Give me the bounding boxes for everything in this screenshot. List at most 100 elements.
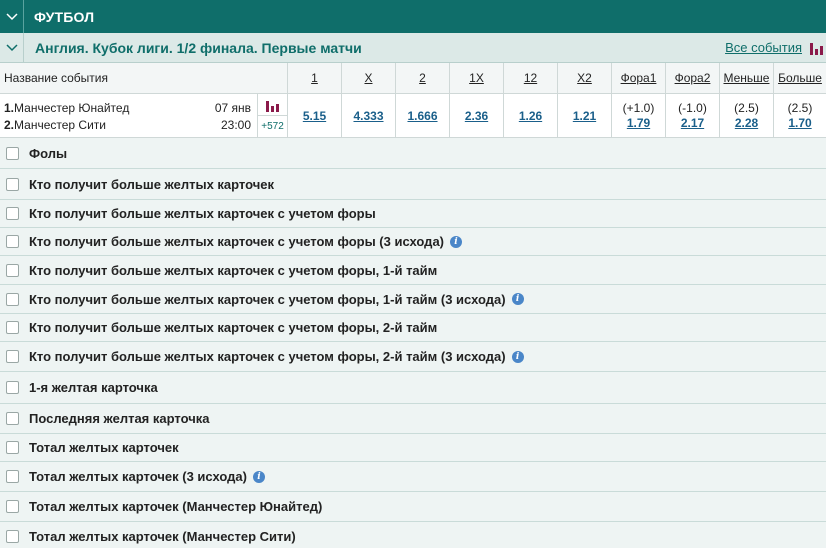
- market-row[interactable]: Кто получит больше желтых карточек с уче…: [0, 285, 826, 314]
- odd-value: 2.36: [464, 108, 489, 123]
- market-label: Кто получит больше желтых карточек: [29, 176, 275, 192]
- market-row[interactable]: Кто получит больше желтых карточек: [0, 169, 826, 200]
- odd-value: 1.21: [572, 108, 597, 123]
- table-header: Название события 1 X 2 1X 12 X2 Фора1 Фо…: [0, 63, 826, 94]
- header-1[interactable]: 1: [288, 63, 342, 93]
- odd-value: 4.333: [353, 108, 384, 123]
- odd-value: 1.79: [626, 116, 651, 130]
- odd-x2[interactable]: 1.21: [558, 94, 612, 137]
- all-events-link[interactable]: Все события: [725, 40, 802, 55]
- market-label: Кто получит больше желтых карточек с уче…: [29, 320, 438, 335]
- market-label: Тотал желтых карточек (Манчестер Юнайтед…: [29, 499, 323, 514]
- odd-fora2[interactable]: (-1.0) 2.17: [666, 94, 720, 137]
- market-row[interactable]: Кто получит больше желтых карточек с уче…: [0, 256, 826, 285]
- league-header: Англия. Кубок лиги. 1/2 финала. Первые м…: [0, 32, 826, 63]
- markets-list: Фолы Кто получит больше желтых карточек …: [0, 138, 826, 548]
- odd-value: 1.26: [518, 108, 543, 123]
- market-label: Кто получит больше желтых карточек с уче…: [29, 262, 438, 278]
- market-row[interactable]: Кто получит больше желтых карточек с уче…: [0, 314, 826, 342]
- info-icon[interactable]: i: [252, 470, 265, 483]
- collapse-league-button[interactable]: [0, 32, 24, 63]
- event-teams[interactable]: 1.Манчестер Юнайтед 2.Манчестер Сити 07 …: [0, 94, 258, 137]
- odd-x[interactable]: 4.333: [342, 94, 396, 137]
- chevron-down-icon: [5, 43, 18, 51]
- event-stats-button[interactable]: [258, 94, 287, 116]
- header-1x[interactable]: 1X: [450, 63, 504, 93]
- odd-12[interactable]: 1.26: [504, 94, 558, 137]
- market-checkbox[interactable]: [6, 177, 19, 191]
- team2-name: Манчестер Сити: [14, 118, 106, 132]
- market-checkbox[interactable]: [6, 381, 19, 394]
- event-stats: +572: [258, 94, 288, 137]
- market-checkbox[interactable]: [6, 292, 19, 306]
- team1-name: Манчестер Юнайтед: [14, 101, 130, 115]
- market-row[interactable]: Фолы: [0, 138, 826, 169]
- odd-param: (-1.0): [678, 101, 707, 115]
- header-fora1[interactable]: Фора1: [612, 63, 666, 93]
- market-label: 1-я желтая карточка: [29, 380, 158, 395]
- odd-param: (2.5): [787, 101, 813, 115]
- info-icon[interactable]: i: [450, 235, 462, 248]
- market-checkbox[interactable]: [6, 350, 19, 363]
- market-checkbox[interactable]: [6, 441, 19, 454]
- header-x2[interactable]: X2: [558, 63, 612, 93]
- info-icon[interactable]: i: [511, 293, 524, 305]
- event-date: 07 янв: [214, 101, 251, 115]
- odd-param: (+1.0): [622, 101, 655, 115]
- market-checkbox[interactable]: [6, 235, 19, 248]
- team1-number: 1.: [4, 101, 15, 115]
- chevron-down-icon: [5, 12, 18, 20]
- header-12[interactable]: 12: [504, 63, 558, 93]
- market-label: Кто получит больше желтых карточек с уче…: [29, 291, 506, 307]
- market-checkbox[interactable]: [6, 500, 19, 513]
- market-label: Тотал желтых карточек (Манчестер Сити): [29, 529, 296, 544]
- event-time: 23:00: [220, 118, 251, 132]
- header-over[interactable]: Больше: [774, 63, 826, 93]
- market-row[interactable]: Кто получит больше желтых карточек с уче…: [0, 228, 826, 256]
- market-row[interactable]: Последняя желтая карточка: [0, 404, 826, 434]
- market-row[interactable]: Кто получит больше желтых карточек с уче…: [0, 200, 826, 228]
- odd-2[interactable]: 1.666: [396, 94, 450, 137]
- odd-value: 2.28: [734, 116, 759, 130]
- odd-value: 2.17: [680, 116, 705, 130]
- market-checkbox[interactable]: [6, 207, 19, 220]
- market-checkbox[interactable]: [6, 263, 19, 277]
- odd-under[interactable]: (2.5) 2.28: [720, 94, 774, 137]
- market-label: Последняя желтая карточка: [29, 411, 210, 426]
- odd-1[interactable]: 5.15: [288, 94, 342, 137]
- sport-title: ФУТБОЛ: [34, 8, 95, 25]
- header-x[interactable]: X: [342, 63, 396, 93]
- market-label: Кто получит больше желтых карточек с уче…: [29, 349, 506, 364]
- header-under[interactable]: Меньше: [720, 63, 774, 93]
- market-row[interactable]: Тотал желтых карточек (Манчестер Сити): [0, 522, 826, 548]
- odd-value: 1.666: [407, 108, 438, 123]
- market-label: Фолы: [29, 145, 68, 161]
- market-checkbox[interactable]: [6, 530, 19, 543]
- event-row: 1.Манчестер Юнайтед 2.Манчестер Сити 07 …: [0, 94, 826, 138]
- odd-value: 1.70: [788, 116, 812, 130]
- market-label: Тотал желтых карточек: [29, 440, 179, 455]
- header-fora2[interactable]: Фора2: [666, 63, 720, 93]
- market-checkbox[interactable]: [6, 470, 19, 483]
- header-2[interactable]: 2: [396, 63, 450, 93]
- market-row[interactable]: Тотал желтых карточек (3 исхода) i: [0, 462, 826, 492]
- odd-fora1[interactable]: (+1.0) 1.79: [612, 94, 666, 137]
- league-title: Англия. Кубок лиги. 1/2 финала. Первые м…: [35, 39, 362, 56]
- events-table: Название события 1 X 2 1X 12 X2 Фора1 Фо…: [0, 63, 826, 138]
- market-checkbox[interactable]: [6, 146, 19, 160]
- odd-value: 5.15: [302, 108, 327, 123]
- odd-1x[interactable]: 2.36: [450, 94, 504, 137]
- sport-header: ФУТБОЛ: [0, 0, 826, 33]
- market-checkbox[interactable]: [6, 412, 19, 425]
- odd-over[interactable]: (2.5) 1.70: [774, 94, 826, 137]
- market-row[interactable]: 1-я желтая карточка: [0, 372, 826, 404]
- market-row[interactable]: Тотал желтых карточек: [0, 434, 826, 462]
- market-row[interactable]: Тотал желтых карточек (Манчестер Юнайтед…: [0, 492, 826, 522]
- more-markets-count[interactable]: +572: [261, 116, 284, 137]
- header-event-name: Название события: [0, 63, 288, 93]
- market-row[interactable]: Кто получит больше желтых карточек с уче…: [0, 342, 826, 372]
- statistics-icon[interactable]: [810, 41, 824, 55]
- collapse-sport-button[interactable]: [0, 0, 24, 33]
- info-icon[interactable]: i: [511, 350, 524, 363]
- market-checkbox[interactable]: [6, 321, 19, 334]
